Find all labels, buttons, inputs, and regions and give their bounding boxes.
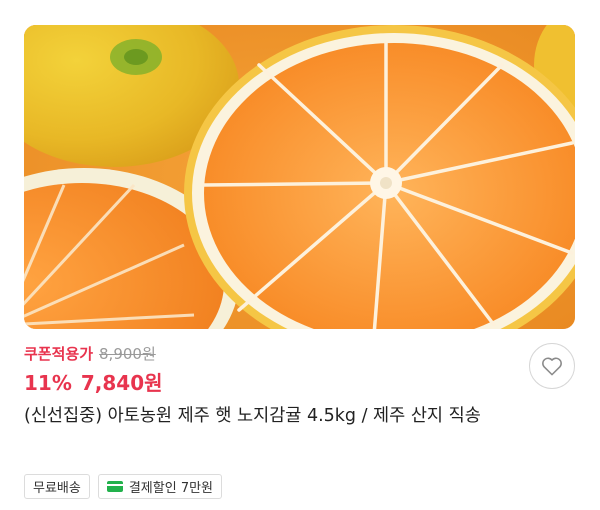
wishlist-button[interactable] [529,343,575,389]
product-card[interactable]: 쿠폰적용가 8,900원 11% 7,840원 (신선집중) 아토농원 제주 햇… [0,0,600,510]
free-shipping-badge: 무료배송 [24,474,90,499]
payment-discount-badge: 결제할인 7만원 [97,474,223,499]
heart-icon [542,357,562,376]
original-price: 8,900원 [99,344,156,363]
coupon-price-label: 쿠폰적용가 [24,344,94,363]
product-image[interactable] [24,25,575,329]
product-title[interactable]: (신선집중) 아토농원 제주 햇 노지감귤 4.5kg / 제주 산지 직송 [24,402,564,431]
final-price: 7,840원 [80,371,163,395]
free-shipping-label: 무료배송 [33,481,81,496]
credit-card-icon [106,481,123,492]
benefit-tags: 무료배송 결제할인 7만원 [24,474,223,499]
price-block: 쿠폰적용가 8,900원 11% 7,840원 [24,343,163,396]
discount-rate: 11% [24,371,72,395]
payment-discount-label: 결제할인 7만원 [128,481,214,496]
